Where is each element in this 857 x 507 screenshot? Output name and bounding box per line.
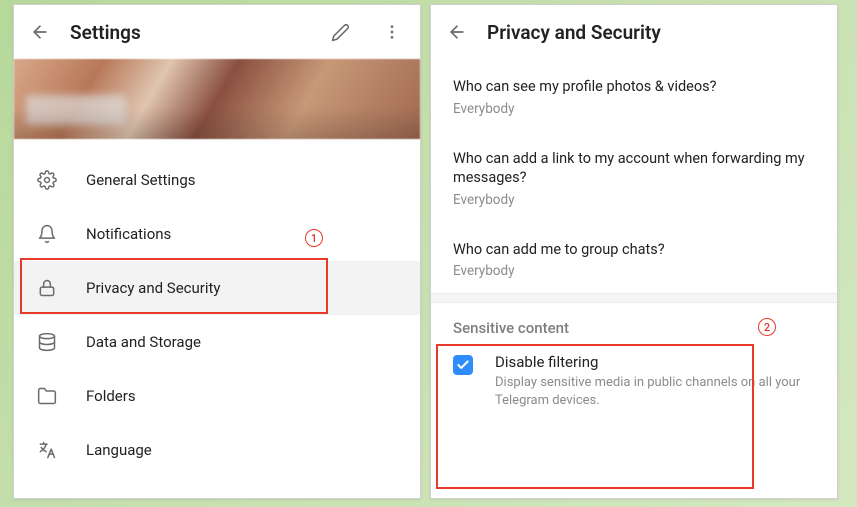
menu-item-general-settings[interactable]: General Settings	[14, 153, 420, 207]
menu-label: Folders	[86, 387, 136, 405]
privacy-body: Who can see my profile photos & videos? …	[431, 59, 837, 423]
arrow-left-icon	[447, 22, 467, 42]
sensitive-content-header: Sensitive content	[431, 303, 837, 343]
privacy-item-group-chats[interactable]: Who can add me to group chats? Everybody	[431, 222, 837, 294]
privacy-value: Everybody	[453, 101, 815, 117]
checkbox-description: Display sensitive media in public channe…	[495, 374, 815, 409]
disable-filtering-text: Disable filtering Display sensitive medi…	[495, 353, 815, 409]
menu-item-language[interactable]: Language	[14, 423, 420, 477]
profile-banner[interactable]	[14, 59, 420, 139]
privacy-question: Who can add me to group chats?	[453, 240, 815, 260]
gear-icon	[36, 169, 58, 191]
arrow-left-icon	[30, 22, 50, 42]
profile-name-blurred	[26, 95, 126, 125]
menu-item-folders[interactable]: Folders	[14, 369, 420, 423]
privacy-value: Everybody	[453, 263, 815, 279]
folder-icon	[36, 385, 58, 407]
settings-title: Settings	[70, 21, 302, 44]
privacy-question: Who can see my profile photos & videos?	[453, 77, 815, 97]
check-icon	[456, 358, 470, 372]
annotation-badge-2: 2	[758, 318, 776, 336]
settings-panel: Settings General Settings Notifications	[13, 4, 421, 499]
checkbox-label: Disable filtering	[495, 353, 815, 371]
menu-item-notifications[interactable]: Notifications	[14, 207, 420, 261]
privacy-title: Privacy and Security	[487, 21, 823, 44]
back-button[interactable]	[28, 20, 52, 44]
back-button[interactable]	[445, 20, 469, 44]
pencil-icon	[331, 23, 350, 42]
edit-button[interactable]	[326, 18, 354, 46]
disable-filtering-checkbox[interactable]	[453, 355, 473, 375]
menu-label: General Settings	[86, 171, 196, 189]
annotation-badge-1: 1	[305, 229, 323, 247]
privacy-item-profile-photos[interactable]: Who can see my profile photos & videos? …	[431, 59, 837, 131]
database-icon	[36, 331, 58, 353]
menu-label: Notifications	[86, 225, 171, 243]
menu-label: Data and Storage	[86, 333, 201, 351]
menu-item-privacy-security[interactable]: Privacy and Security	[14, 261, 420, 315]
menu-item-data-storage[interactable]: Data and Storage	[14, 315, 420, 369]
lock-icon	[36, 277, 58, 299]
settings-menu: General Settings Notifications Privacy a…	[14, 139, 420, 477]
bell-icon	[36, 223, 58, 245]
menu-label: Language	[86, 441, 152, 459]
more-vertical-icon	[383, 23, 401, 41]
menu-label: Privacy and Security	[86, 279, 221, 297]
disable-filtering-row[interactable]: Disable filtering Display sensitive medi…	[431, 343, 837, 423]
settings-header: Settings	[14, 5, 420, 59]
privacy-header: Privacy and Security	[431, 5, 837, 59]
language-icon	[36, 439, 58, 461]
section-divider	[431, 293, 837, 303]
more-button[interactable]	[378, 18, 406, 46]
privacy-item-forward-link[interactable]: Who can add a link to my account when fo…	[431, 131, 837, 222]
privacy-question: Who can add a link to my account when fo…	[453, 149, 815, 188]
privacy-value: Everybody	[453, 192, 815, 208]
privacy-panel: Privacy and Security Who can see my prof…	[430, 4, 838, 499]
